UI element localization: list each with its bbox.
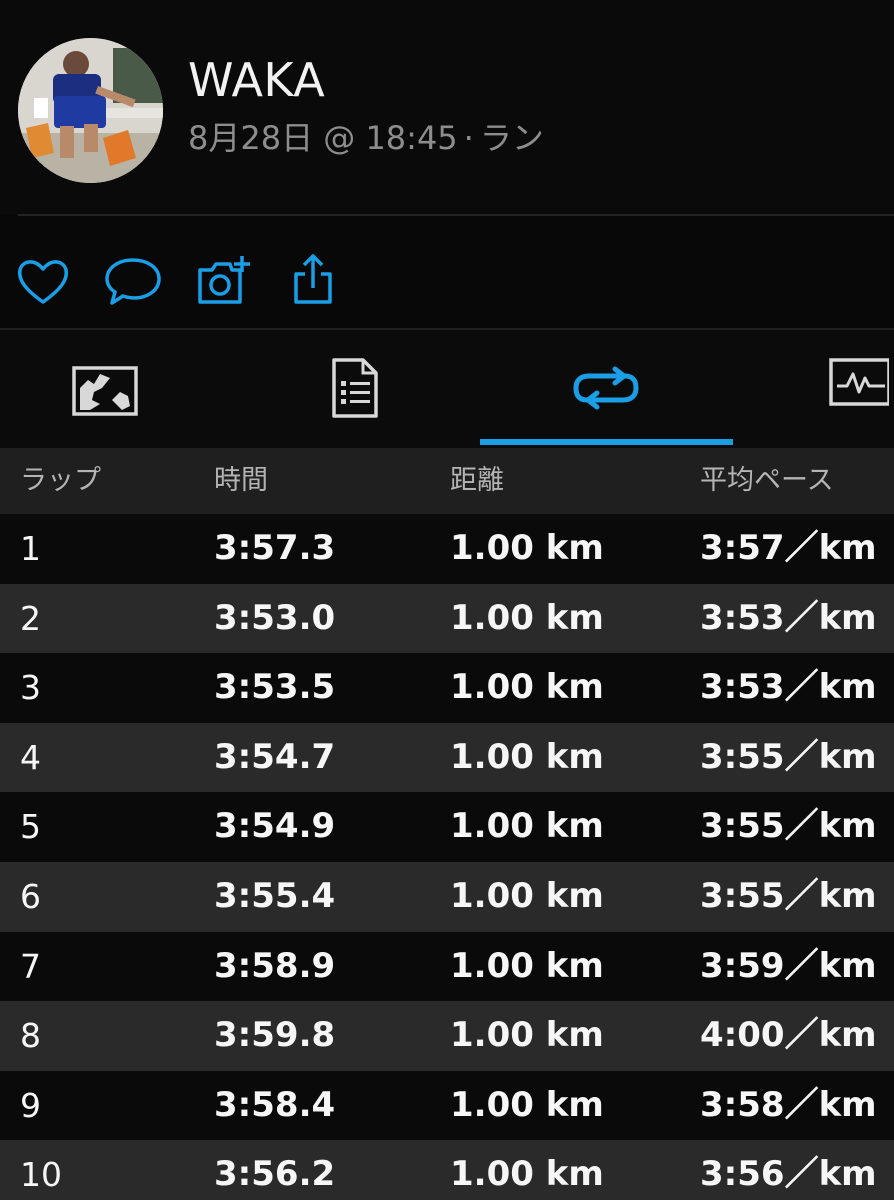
lap-time: 3:53.0 bbox=[214, 597, 336, 638]
lap-number: 2 bbox=[20, 598, 41, 638]
map-icon bbox=[72, 366, 138, 416]
activity-header: WAKA 8月28日 @ 18:45 · ラン bbox=[0, 0, 894, 214]
tab-stats[interactable] bbox=[223, 330, 480, 448]
lap-number: 9 bbox=[20, 1085, 41, 1125]
activity-type: ラン bbox=[479, 119, 544, 157]
lap-pace: 3:55／km bbox=[700, 806, 877, 847]
lap-time: 3:58.9 bbox=[214, 945, 336, 986]
waveform-chart-icon bbox=[829, 358, 889, 406]
lap-pace: 3:55／km bbox=[700, 736, 877, 777]
column-header-distance[interactable]: 距離 bbox=[450, 464, 504, 498]
document-list-icon bbox=[332, 358, 378, 418]
avatar[interactable] bbox=[18, 38, 163, 183]
lap-time: 3:54.9 bbox=[214, 806, 336, 847]
lap-time: 3:58.4 bbox=[214, 1084, 336, 1125]
activity-detail-screen: WAKA 8月28日 @ 18:45 · ラン ラップ 時間 距離 平均ペース … bbox=[0, 0, 894, 1200]
lap-pace: 3:56／km bbox=[700, 1154, 877, 1195]
table-row[interactable]: 8 3:59.8 1.00 km 4:00／km bbox=[0, 1001, 894, 1071]
table-row[interactable]: 7 3:58.9 1.00 km 3:59／km bbox=[0, 931, 894, 1002]
add-photo-button[interactable] bbox=[196, 252, 254, 310]
laps-table-header: ラップ 時間 距離 平均ペース bbox=[0, 448, 894, 514]
lap-number: 6 bbox=[20, 876, 41, 916]
lap-distance: 1.00 km bbox=[450, 1084, 604, 1125]
lap-pace: 3:58／km bbox=[700, 1084, 877, 1125]
lap-number: 10 bbox=[20, 1155, 62, 1195]
lap-distance: 1.00 km bbox=[450, 667, 604, 708]
lap-pace: 3:55／km bbox=[700, 875, 877, 916]
activity-tabs bbox=[0, 330, 894, 448]
lap-number: 4 bbox=[20, 737, 41, 777]
lap-distance: 1.00 km bbox=[450, 528, 604, 568]
lap-time: 3:56.2 bbox=[214, 1154, 336, 1195]
lap-distance: 1.00 km bbox=[450, 875, 604, 916]
active-tab-indicator bbox=[480, 439, 733, 445]
loop-arrows-icon bbox=[573, 366, 639, 410]
activity-date: 8月28日 bbox=[188, 119, 314, 157]
lap-pace: 3:53／km bbox=[700, 667, 877, 708]
laps-table-body: 1 3:57.3 1.00 km 3:57／km 2 3:53.0 1.00 k… bbox=[0, 514, 894, 1200]
user-name[interactable]: WAKA bbox=[188, 52, 325, 108]
tab-map[interactable] bbox=[0, 330, 223, 448]
lap-number: 8 bbox=[20, 1016, 41, 1056]
lap-distance: 1.00 km bbox=[450, 736, 604, 777]
lap-distance: 1.00 km bbox=[450, 1154, 604, 1195]
lap-distance: 1.00 km bbox=[450, 1015, 604, 1056]
activity-meta: 8月28日 @ 18:45 · ラン bbox=[188, 118, 544, 158]
table-row[interactable]: 3 3:53.5 1.00 km 3:53／km bbox=[0, 653, 894, 723]
lap-number: 5 bbox=[20, 807, 41, 847]
action-bar bbox=[0, 216, 894, 328]
avatar-photo bbox=[18, 38, 163, 183]
lap-number: 3 bbox=[20, 668, 41, 708]
lap-distance: 1.00 km bbox=[450, 597, 604, 638]
column-header-lap[interactable]: ラップ bbox=[20, 464, 101, 498]
lap-time: 3:55.4 bbox=[214, 875, 336, 916]
heart-icon bbox=[17, 260, 69, 304]
lap-time: 3:54.7 bbox=[214, 736, 336, 777]
table-row[interactable]: 4 3:54.7 1.00 km 3:55／km bbox=[0, 722, 894, 793]
tab-laps[interactable] bbox=[480, 330, 733, 448]
meta-separator: · bbox=[463, 119, 474, 157]
table-row[interactable]: 9 3:58.4 1.00 km 3:58／km bbox=[0, 1070, 894, 1141]
column-header-time[interactable]: 時間 bbox=[214, 464, 268, 498]
comment-button[interactable] bbox=[104, 252, 162, 310]
lap-pace: 3:59／km bbox=[700, 945, 877, 986]
lap-time: 3:53.5 bbox=[214, 667, 336, 708]
table-row[interactable]: 6 3:55.4 1.00 km 3:55／km bbox=[0, 861, 894, 932]
lap-number: 1 bbox=[20, 529, 41, 568]
table-row[interactable]: 5 3:54.9 1.00 km 3:55／km bbox=[0, 792, 894, 862]
lap-pace: 4:00／km bbox=[700, 1015, 877, 1056]
lap-pace: 3:53／km bbox=[700, 597, 877, 638]
tab-charts[interactable] bbox=[733, 330, 894, 448]
camera-plus-icon bbox=[198, 256, 250, 304]
share-icon bbox=[294, 254, 332, 304]
like-button[interactable] bbox=[14, 252, 72, 310]
activity-time: @ 18:45 bbox=[323, 119, 458, 157]
table-row[interactable]: 10 3:56.2 1.00 km 3:56／km bbox=[0, 1140, 894, 1200]
column-header-pace[interactable]: 平均ペース bbox=[700, 464, 834, 498]
table-row[interactable]: 2 3:53.0 1.00 km 3:53／km bbox=[0, 583, 894, 654]
lap-distance: 1.00 km bbox=[450, 806, 604, 847]
lap-time: 3:59.8 bbox=[214, 1015, 336, 1056]
lap-number: 7 bbox=[20, 946, 41, 986]
table-row[interactable]: 1 3:57.3 1.00 km 3:57／km bbox=[0, 514, 894, 584]
lap-pace: 3:57／km bbox=[700, 528, 877, 568]
share-button[interactable] bbox=[286, 252, 344, 310]
speech-bubble-icon bbox=[105, 258, 161, 305]
lap-distance: 1.00 km bbox=[450, 945, 604, 986]
lap-time: 3:57.3 bbox=[214, 528, 336, 568]
